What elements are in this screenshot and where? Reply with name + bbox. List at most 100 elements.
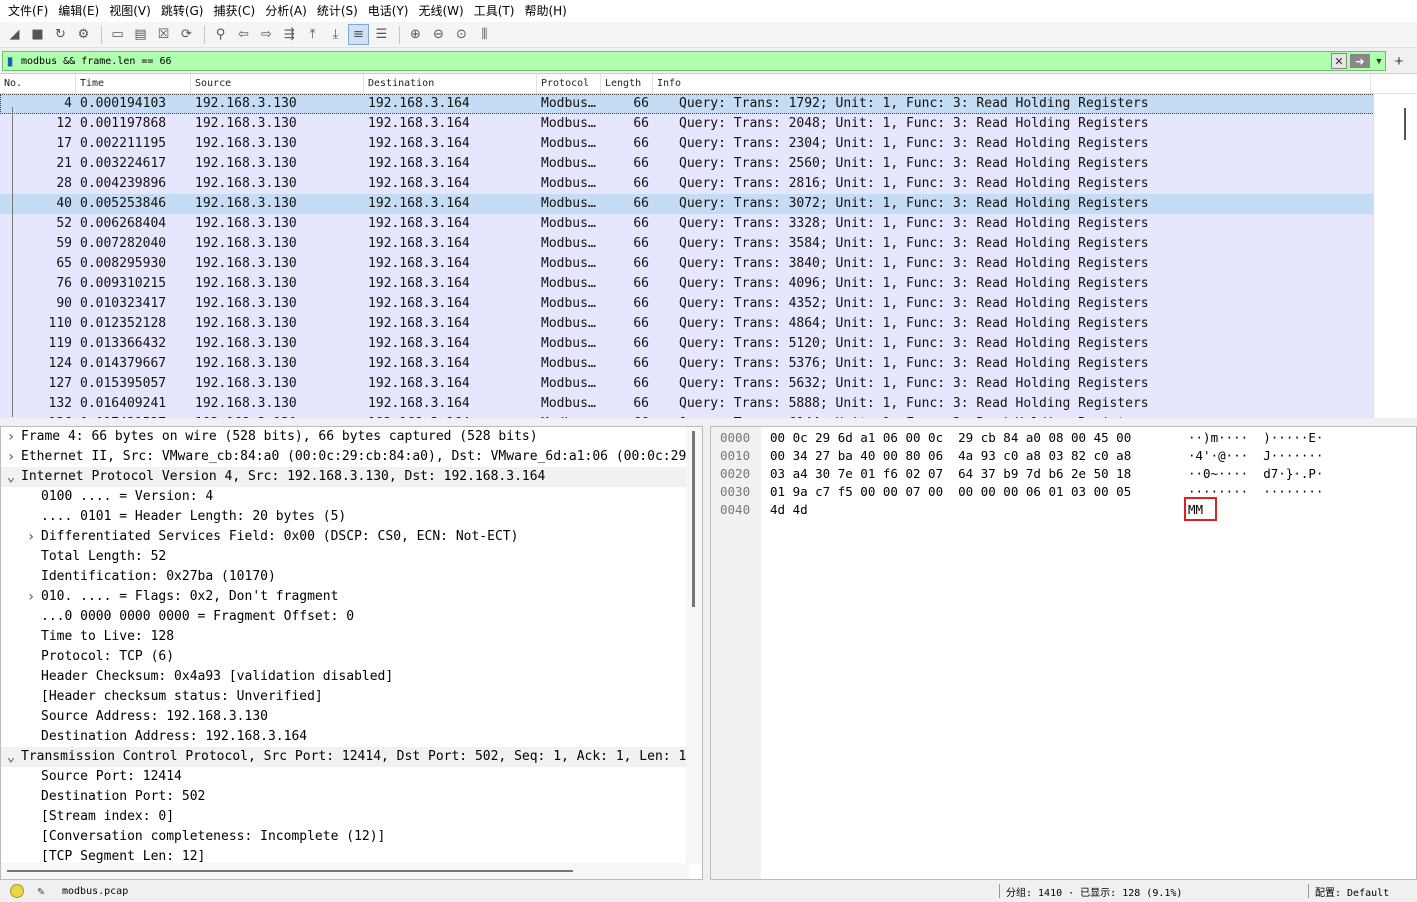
expand-arrow-icon[interactable]: › bbox=[1, 447, 21, 467]
go-forward-icon[interactable]: ⇨ bbox=[256, 24, 277, 45]
packet-row[interactable]: 21 0.003224617 192.168.3.130 192.168.3.164 M… bbox=[0, 154, 1417, 174]
details-tree-item[interactable]: ...0 0000 0000 0000 = Fragment Offset: 0 bbox=[1, 607, 702, 627]
restart-capture-icon[interactable]: ↻ bbox=[50, 24, 71, 45]
packet-row[interactable]: 4 0.000194103 192.168.3.130 192.168.3.164 Mo… bbox=[0, 94, 1417, 114]
status-profile[interactable]: 配置: Default bbox=[1315, 884, 1417, 899]
add-filter-button-icon[interactable]: + bbox=[1390, 52, 1408, 70]
capture-comment-icon[interactable]: ✎ bbox=[34, 884, 48, 898]
packet-row[interactable]: 65 0.008295930 192.168.3.130 192.168.3.164 M… bbox=[0, 254, 1417, 274]
menu-item[interactable]: 电话(Y) bbox=[363, 0, 414, 22]
bytes-row[interactable]: 0040 4d 4d MM bbox=[711, 501, 1411, 519]
details-horizontal-scroll-thumb[interactable] bbox=[7, 870, 573, 872]
details-tree-item[interactable]: [Conversation completeness: Incomplete (… bbox=[1, 827, 702, 847]
zoom-out-icon[interactable]: ⊖ bbox=[428, 24, 449, 45]
menu-item[interactable]: 跳转(G) bbox=[156, 0, 209, 22]
packet-row[interactable]: 127 0.015395057 192.168.3.130 192.168.3.164… bbox=[0, 374, 1417, 394]
details-tree-item[interactable]: › Differentiated Services Field: 0x00 (DS… bbox=[1, 527, 702, 547]
menu-item[interactable]: 统计(S) bbox=[312, 0, 363, 22]
menu-item[interactable]: 捕获(C) bbox=[208, 0, 260, 22]
bytes-row[interactable]: 0020 03 a4 30 7e 01 f6 02 07 64 37 b9 7d … bbox=[711, 465, 1411, 483]
apply-filter-icon[interactable]: ➜ bbox=[1350, 54, 1370, 68]
find-packet-icon[interactable]: ⚲ bbox=[210, 24, 231, 45]
details-tree-item[interactable]: Time to Live: 128 bbox=[1, 627, 702, 647]
display-filter-input[interactable] bbox=[17, 52, 1331, 70]
bytes-row[interactable]: 0010 00 34 27 ba 40 00 80 06 4a 93 c0 a8 … bbox=[711, 447, 1411, 465]
column-header-protocol[interactable]: Protocol bbox=[537, 74, 601, 93]
packet-row[interactable]: 28 0.004239896 192.168.3.130 192.168.3.164 M… bbox=[0, 174, 1417, 194]
details-tree-item[interactable]: [Header checksum status: Unverified] bbox=[1, 687, 702, 707]
menu-item[interactable]: 分析(A) bbox=[260, 0, 312, 22]
column-header-length[interactable]: Length bbox=[601, 74, 653, 93]
details-tree-item[interactable]: › 010. .... = Flags: 0x2, Don't fragment bbox=[1, 587, 702, 607]
details-tree-item[interactable]: 0100 .... = Version: 4 bbox=[1, 487, 702, 507]
packet-row[interactable]: 1360.017421527192.168.3.130192.168.3.164… bbox=[0, 414, 1417, 418]
packet-list-scroll-thumb[interactable] bbox=[1404, 108, 1406, 140]
details-tree-item[interactable]: Header Checksum: 0x4a93 [validation disa… bbox=[1, 667, 702, 687]
packet-row[interactable]: 90 0.010323417 192.168.3.130 192.168.3.164 M… bbox=[0, 294, 1417, 314]
menu-item[interactable]: 编辑(E) bbox=[53, 0, 104, 22]
collapse-arrow-icon[interactable]: ⌄ bbox=[1, 467, 21, 487]
stop-capture-icon[interactable]: ■ bbox=[27, 24, 48, 45]
column-header-destination[interactable]: Destination bbox=[364, 74, 537, 93]
packet-row[interactable]: 12 0.001197868 192.168.3.130 192.168.3.164 M… bbox=[0, 114, 1417, 134]
column-header-source[interactable]: Source bbox=[191, 74, 364, 93]
menu-item[interactable]: 文件(F) bbox=[3, 0, 53, 22]
packet-list-scrollbar[interactable] bbox=[1373, 94, 1417, 418]
details-vertical-scrollbar[interactable] bbox=[686, 427, 702, 864]
packet-row[interactable]: 40 0.005253846 192.168.3.130 192.168.3.164 M… bbox=[0, 194, 1417, 214]
details-tree-item[interactable]: Source Port: 12414 bbox=[1, 767, 702, 787]
expand-arrow-icon[interactable]: › bbox=[1, 427, 21, 447]
go-to-packet-icon[interactable]: ⇶ bbox=[279, 24, 300, 45]
details-horizontal-scrollbar[interactable] bbox=[1, 863, 689, 879]
column-header-time[interactable]: Time bbox=[76, 74, 191, 93]
column-header-no[interactable]: No. bbox=[0, 74, 76, 93]
zoom-in-icon[interactable]: ⊕ bbox=[405, 24, 426, 45]
resize-columns-icon[interactable]: ⫼ bbox=[474, 24, 495, 45]
details-tree-item[interactable]: Identification: 0x27ba (10170) bbox=[1, 567, 702, 587]
details-tree-item[interactable]: Destination Address: 192.168.3.164 bbox=[1, 727, 702, 747]
save-file-icon[interactable]: ▤ bbox=[130, 24, 151, 45]
details-tree-item[interactable]: [Stream index: 0] bbox=[1, 807, 702, 827]
menu-item[interactable]: 视图(V) bbox=[104, 0, 156, 22]
go-last-icon[interactable]: ⤓ bbox=[325, 24, 346, 45]
details-tree-item[interactable]: ⌄ Transmission Control Protocol, Src Port… bbox=[1, 747, 702, 767]
auto-scroll-icon[interactable]: ≡ bbox=[348, 24, 369, 45]
details-tree-item[interactable]: › Ethernet II, Src: VMware_cb:84:a0 (00:0… bbox=[1, 447, 702, 467]
open-file-icon[interactable]: ▭ bbox=[107, 24, 128, 45]
go-back-icon[interactable]: ⇦ bbox=[233, 24, 254, 45]
column-header-info[interactable]: Info bbox=[653, 74, 1371, 93]
capture-options-icon[interactable]: ⚙ bbox=[73, 24, 94, 45]
packet-row[interactable]: 110 0.012352128 192.168.3.130 192.168.3.164… bbox=[0, 314, 1417, 334]
packet-row[interactable]: 119 0.013366432 192.168.3.130 192.168.3.164… bbox=[0, 334, 1417, 354]
details-vertical-scroll-thumb[interactable] bbox=[692, 431, 695, 607]
expand-arrow-icon[interactable]: › bbox=[21, 527, 41, 547]
details-tree-item[interactable]: Protocol: TCP (6) bbox=[1, 647, 702, 667]
close-file-icon[interactable]: ☒ bbox=[153, 24, 174, 45]
details-tree-item[interactable]: Total Length: 52 bbox=[1, 547, 702, 567]
packet-row[interactable]: 17 0.002211195 192.168.3.130 192.168.3.164 M… bbox=[0, 134, 1417, 154]
details-tree-item[interactable]: › Frame 4: 66 bytes on wire (528 bits), 6… bbox=[1, 427, 702, 447]
menu-item[interactable]: 无线(W) bbox=[414, 0, 469, 22]
details-tree-item[interactable]: .... 0101 = Header Length: 20 bytes (5) bbox=[1, 507, 702, 527]
details-tree-item[interactable]: ⌄ Internet Protocol Version 4, Src: 192.1… bbox=[1, 467, 702, 487]
start-capture-icon[interactable]: ◢ bbox=[4, 24, 25, 45]
packet-row[interactable]: 52 0.006268404 192.168.3.130 192.168.3.164 M… bbox=[0, 214, 1417, 234]
colorize-icon[interactable]: ☰ bbox=[371, 24, 392, 45]
clear-filter-icon[interactable]: ✕ bbox=[1331, 53, 1347, 69]
collapse-arrow-icon[interactable]: ⌄ bbox=[1, 747, 21, 767]
go-first-icon[interactable]: ⤒ bbox=[302, 24, 323, 45]
packet-row[interactable]: 124 0.014379667 192.168.3.130 192.168.3.164… bbox=[0, 354, 1417, 374]
zoom-normal-icon[interactable]: ⊙ bbox=[451, 24, 472, 45]
packet-row[interactable]: 132 0.016409241 192.168.3.130 192.168.3.164… bbox=[0, 394, 1417, 414]
filter-history-dropdown-icon[interactable]: ▼ bbox=[1373, 53, 1385, 69]
details-tree-item[interactable]: Destination Port: 502 bbox=[1, 787, 702, 807]
menu-item[interactable]: 工具(T) bbox=[469, 0, 520, 22]
filter-bookmark-icon[interactable]: ▮ bbox=[3, 52, 17, 70]
reload-file-icon[interactable]: ⟳ bbox=[176, 24, 197, 45]
packet-row[interactable]: 59 0.007282040 192.168.3.130 192.168.3.164 M… bbox=[0, 234, 1417, 254]
details-tree-item[interactable]: Source Address: 192.168.3.130 bbox=[1, 707, 702, 727]
menu-item[interactable]: 帮助(H) bbox=[519, 0, 571, 22]
bytes-row[interactable]: 0000 00 0c 29 6d a1 06 00 0c 29 cb 84 a0 … bbox=[711, 429, 1411, 447]
expand-arrow-icon[interactable]: › bbox=[21, 587, 41, 607]
expert-info-led-icon[interactable] bbox=[10, 884, 24, 898]
